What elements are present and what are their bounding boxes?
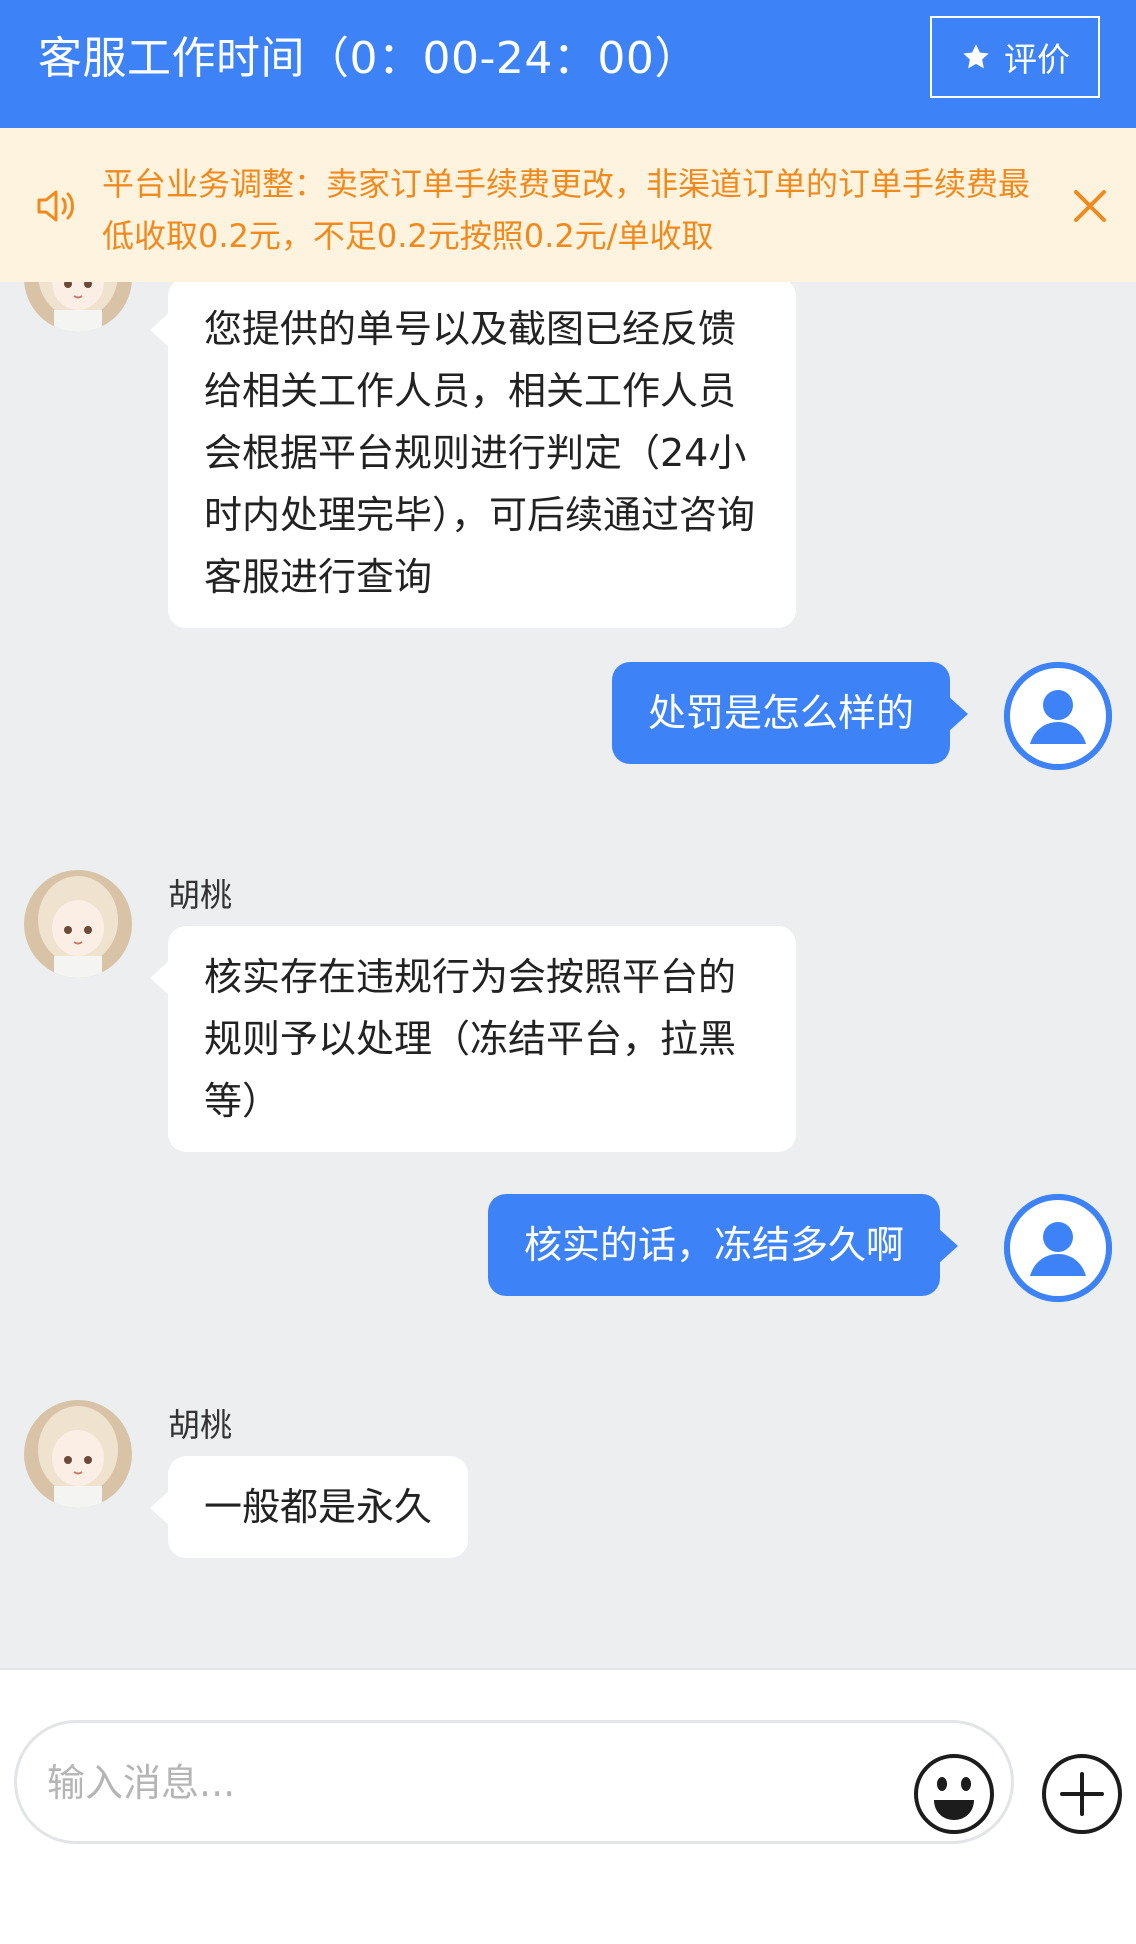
message-text: 一般都是永久 [204,1485,433,1529]
rate-button[interactable]: 评价 [930,16,1100,98]
message-text: 您提供的单号以及截图已经反馈给相关工作人员，相关工作人员会根据平台规则进行判定（… [204,307,756,599]
message-text: 处罚是怎么样的 [648,691,915,735]
message-bubble-agent: 您提供的单号以及截图已经反馈给相关工作人员，相关工作人员会根据平台规则进行判定（… [150,282,796,628]
chat-app: 客服工作时间（0：00-24：00） 评价 平台业务调整：卖家订单手续费更改，非… [0,0,1136,1944]
user-avatar [1004,662,1112,770]
header-bar: 客服工作时间（0：00-24：00） 评价 [0,0,1136,128]
user-icon [1004,1194,1112,1302]
page-title: 客服工作时间（0：00-24：00） [38,33,699,84]
close-icon[interactable] [1070,186,1110,226]
star-icon [963,44,989,69]
message-bubble-agent: 一般都是永久 [149,1456,469,1558]
agent-avatar [24,870,132,978]
agent-avatar [24,282,132,332]
user-avatar [1004,1194,1112,1302]
message-text: 核实存在违规行为会按照平台的规则予以处理（冻结平台，拉黑等） [204,955,737,1123]
rate-button-label: 评价 [1004,40,1070,79]
chat-messages[interactable]: 您提供的单号以及截图已经反馈给相关工作人员，相关工作人员会根据平台规则进行判定（… [0,282,1136,1668]
notice-text: 平台业务调整：卖家订单手续费更改，非渠道订单的订单手续费最低收取0.2元，不足0… [102,165,1031,255]
notice-bar: 平台业务调整：卖家订单手续费更改，非渠道订单的订单手续费最低收取0.2元，不足0… [0,128,1136,282]
message-bubble-user: 核实的话，冻结多久啊 [488,1194,959,1296]
plus-icon[interactable] [1040,1752,1124,1836]
message-bubble-user: 处罚是怎么样的 [612,662,969,764]
message-input-wrapper [14,1720,1014,1844]
agent-name: 胡桃 [168,876,233,914]
message-composer [0,1668,1136,1944]
agent-name: 胡桃 [168,1406,233,1444]
message-bubble-agent: 核实存在违规行为会按照平台的规则予以处理（冻结平台，拉黑等） [150,926,796,1152]
agent-avatar [24,1400,132,1508]
message-text: 核实的话，冻结多久啊 [524,1223,905,1267]
emoji-icon[interactable] [912,1752,996,1836]
speaker-icon [37,190,74,222]
message-input[interactable] [47,1753,877,1813]
user-icon [1004,662,1112,770]
